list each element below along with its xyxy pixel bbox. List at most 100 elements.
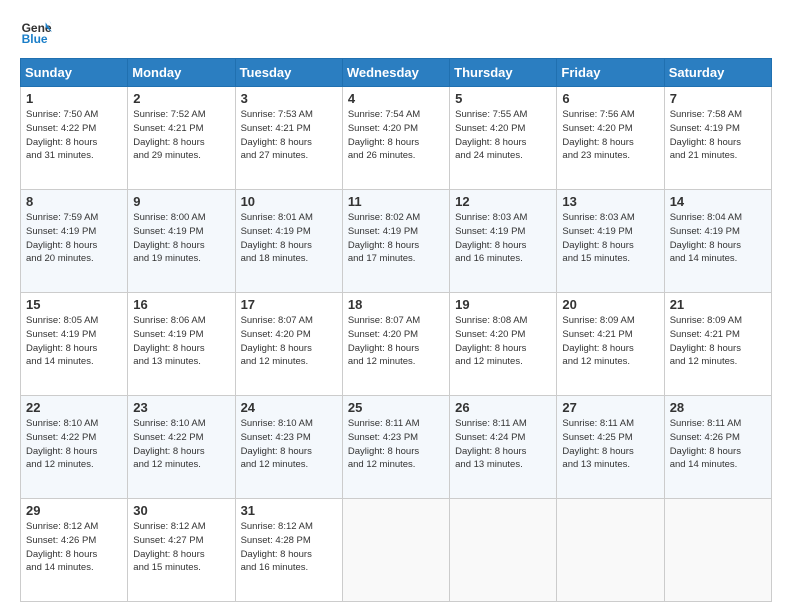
day-info: Sunrise: 7:50 AMSunset: 4:22 PMDaylight:…	[26, 108, 122, 163]
day-cell: 27 Sunrise: 8:11 AMSunset: 4:25 PMDayligh…	[557, 396, 664, 499]
week-row-5: 29 Sunrise: 8:12 AMSunset: 4:26 PMDayligh…	[21, 499, 772, 602]
day-info: Sunrise: 8:12 AMSunset: 4:28 PMDaylight:…	[241, 520, 337, 575]
day-info: Sunrise: 7:55 AMSunset: 4:20 PMDaylight:…	[455, 108, 551, 163]
day-info: Sunrise: 7:56 AMSunset: 4:20 PMDaylight:…	[562, 108, 658, 163]
day-cell: 10Sunrise: 8:01 AMSunset: 4:19 PMDayligh…	[235, 190, 342, 293]
day-info: Sunrise: 8:03 AMSunset: 4:19 PMDaylight:…	[562, 211, 658, 266]
day-info: Sunrise: 7:58 AMSunset: 4:19 PMDaylight:…	[670, 108, 766, 163]
day-number: 16	[133, 297, 229, 312]
day-number: 21	[670, 297, 766, 312]
calendar-header-row: SundayMondayTuesdayWednesdayThursdayFrid…	[21, 59, 772, 87]
day-cell: 3 Sunrise: 7:53 AMSunset: 4:21 PMDaylight…	[235, 87, 342, 190]
day-number: 9	[133, 194, 229, 209]
day-number: 11	[348, 194, 444, 209]
day-cell: 7Sunrise: 7:58 AMSunset: 4:19 PMDaylight…	[664, 87, 771, 190]
day-cell: 4 Sunrise: 7:54 AMSunset: 4:20 PMDaylight…	[342, 87, 449, 190]
day-cell: 9 Sunrise: 8:00 AMSunset: 4:19 PMDaylight…	[128, 190, 235, 293]
day-number: 26	[455, 400, 551, 415]
day-info: Sunrise: 8:10 AMSunset: 4:22 PMDaylight:…	[26, 417, 122, 472]
week-row-2: 8 Sunrise: 7:59 AMSunset: 4:19 PMDaylight…	[21, 190, 772, 293]
day-number: 2	[133, 91, 229, 106]
day-number: 18	[348, 297, 444, 312]
day-info: Sunrise: 7:53 AMSunset: 4:21 PMDaylight:…	[241, 108, 337, 163]
day-cell: 25 Sunrise: 8:11 AMSunset: 4:23 PMDayligh…	[342, 396, 449, 499]
day-info: Sunrise: 8:11 AMSunset: 4:26 PMDaylight:…	[670, 417, 766, 472]
day-cell: 23 Sunrise: 8:10 AMSunset: 4:22 PMDayligh…	[128, 396, 235, 499]
day-number: 1	[26, 91, 122, 106]
day-number: 25	[348, 400, 444, 415]
day-number: 30	[133, 503, 229, 518]
day-number: 8	[26, 194, 122, 209]
day-number: 6	[562, 91, 658, 106]
day-cell: 20Sunrise: 8:09 AMSunset: 4:21 PMDayligh…	[557, 293, 664, 396]
day-cell: 1 Sunrise: 7:50 AMSunset: 4:22 PMDaylight…	[21, 87, 128, 190]
logo-icon: General Blue	[20, 16, 52, 48]
day-cell: 26Sunrise: 8:11 AMSunset: 4:24 PMDayligh…	[450, 396, 557, 499]
day-cell: 24 Sunrise: 8:10 AMSunset: 4:23 PMDayligh…	[235, 396, 342, 499]
week-row-4: 22 Sunrise: 8:10 AMSunset: 4:22 PMDayligh…	[21, 396, 772, 499]
day-cell: 15 Sunrise: 8:05 AMSunset: 4:19 PMDayligh…	[21, 293, 128, 396]
day-info: Sunrise: 8:09 AMSunset: 4:21 PMDaylight:…	[670, 314, 766, 369]
day-info: Sunrise: 8:12 AMSunset: 4:26 PMDaylight:…	[26, 520, 122, 575]
header-day-thursday: Thursday	[450, 59, 557, 87]
day-number: 23	[133, 400, 229, 415]
day-cell: 8 Sunrise: 7:59 AMSunset: 4:19 PMDaylight…	[21, 190, 128, 293]
day-info: Sunrise: 8:11 AMSunset: 4:23 PMDaylight:…	[348, 417, 444, 472]
day-number: 27	[562, 400, 658, 415]
day-info: Sunrise: 7:59 AMSunset: 4:19 PMDaylight:…	[26, 211, 122, 266]
header-day-friday: Friday	[557, 59, 664, 87]
day-cell	[450, 499, 557, 602]
day-info: Sunrise: 8:02 AMSunset: 4:19 PMDaylight:…	[348, 211, 444, 266]
day-info: Sunrise: 8:10 AMSunset: 4:23 PMDaylight:…	[241, 417, 337, 472]
day-info: Sunrise: 8:12 AMSunset: 4:27 PMDaylight:…	[133, 520, 229, 575]
day-info: Sunrise: 7:52 AMSunset: 4:21 PMDaylight:…	[133, 108, 229, 163]
day-info: Sunrise: 7:54 AMSunset: 4:20 PMDaylight:…	[348, 108, 444, 163]
day-number: 14	[670, 194, 766, 209]
day-cell: 21 Sunrise: 8:09 AMSunset: 4:21 PMDayligh…	[664, 293, 771, 396]
day-cell: 18Sunrise: 8:07 AMSunset: 4:20 PMDayligh…	[342, 293, 449, 396]
day-info: Sunrise: 8:11 AMSunset: 4:25 PMDaylight:…	[562, 417, 658, 472]
day-number: 13	[562, 194, 658, 209]
day-cell: 19Sunrise: 8:08 AMSunset: 4:20 PMDayligh…	[450, 293, 557, 396]
week-row-1: 1 Sunrise: 7:50 AMSunset: 4:22 PMDaylight…	[21, 87, 772, 190]
svg-text:Blue: Blue	[22, 32, 48, 46]
day-number: 10	[241, 194, 337, 209]
day-info: Sunrise: 8:04 AMSunset: 4:19 PMDaylight:…	[670, 211, 766, 266]
day-info: Sunrise: 8:03 AMSunset: 4:19 PMDaylight:…	[455, 211, 551, 266]
day-number: 31	[241, 503, 337, 518]
logo: General Blue	[20, 16, 52, 48]
day-number: 29	[26, 503, 122, 518]
day-cell: 6 Sunrise: 7:56 AMSunset: 4:20 PMDaylight…	[557, 87, 664, 190]
day-info: Sunrise: 8:09 AMSunset: 4:21 PMDaylight:…	[562, 314, 658, 369]
day-cell: 16 Sunrise: 8:06 AMSunset: 4:19 PMDayligh…	[128, 293, 235, 396]
day-cell: 31 Sunrise: 8:12 AMSunset: 4:28 PMDayligh…	[235, 499, 342, 602]
day-number: 5	[455, 91, 551, 106]
day-number: 28	[670, 400, 766, 415]
day-number: 12	[455, 194, 551, 209]
week-row-3: 15 Sunrise: 8:05 AMSunset: 4:19 PMDayligh…	[21, 293, 772, 396]
day-number: 22	[26, 400, 122, 415]
calendar-table: SundayMondayTuesdayWednesdayThursdayFrid…	[20, 58, 772, 602]
day-cell	[342, 499, 449, 602]
day-cell: 22 Sunrise: 8:10 AMSunset: 4:22 PMDayligh…	[21, 396, 128, 499]
header-day-monday: Monday	[128, 59, 235, 87]
day-cell	[557, 499, 664, 602]
day-cell: 13 Sunrise: 8:03 AMSunset: 4:19 PMDayligh…	[557, 190, 664, 293]
day-info: Sunrise: 8:06 AMSunset: 4:19 PMDaylight:…	[133, 314, 229, 369]
day-info: Sunrise: 8:10 AMSunset: 4:22 PMDaylight:…	[133, 417, 229, 472]
header-day-sunday: Sunday	[21, 59, 128, 87]
day-number: 4	[348, 91, 444, 106]
day-info: Sunrise: 8:00 AMSunset: 4:19 PMDaylight:…	[133, 211, 229, 266]
day-cell: 28 Sunrise: 8:11 AMSunset: 4:26 PMDayligh…	[664, 396, 771, 499]
day-number: 15	[26, 297, 122, 312]
day-cell: 11 Sunrise: 8:02 AMSunset: 4:19 PMDayligh…	[342, 190, 449, 293]
day-number: 19	[455, 297, 551, 312]
day-info: Sunrise: 8:05 AMSunset: 4:19 PMDaylight:…	[26, 314, 122, 369]
day-number: 17	[241, 297, 337, 312]
day-cell: 17Sunrise: 8:07 AMSunset: 4:20 PMDayligh…	[235, 293, 342, 396]
page: General Blue SundayMondayTuesdayWednesda…	[0, 0, 792, 612]
day-cell: 5 Sunrise: 7:55 AMSunset: 4:20 PMDaylight…	[450, 87, 557, 190]
day-number: 24	[241, 400, 337, 415]
day-cell	[664, 499, 771, 602]
day-number: 3	[241, 91, 337, 106]
